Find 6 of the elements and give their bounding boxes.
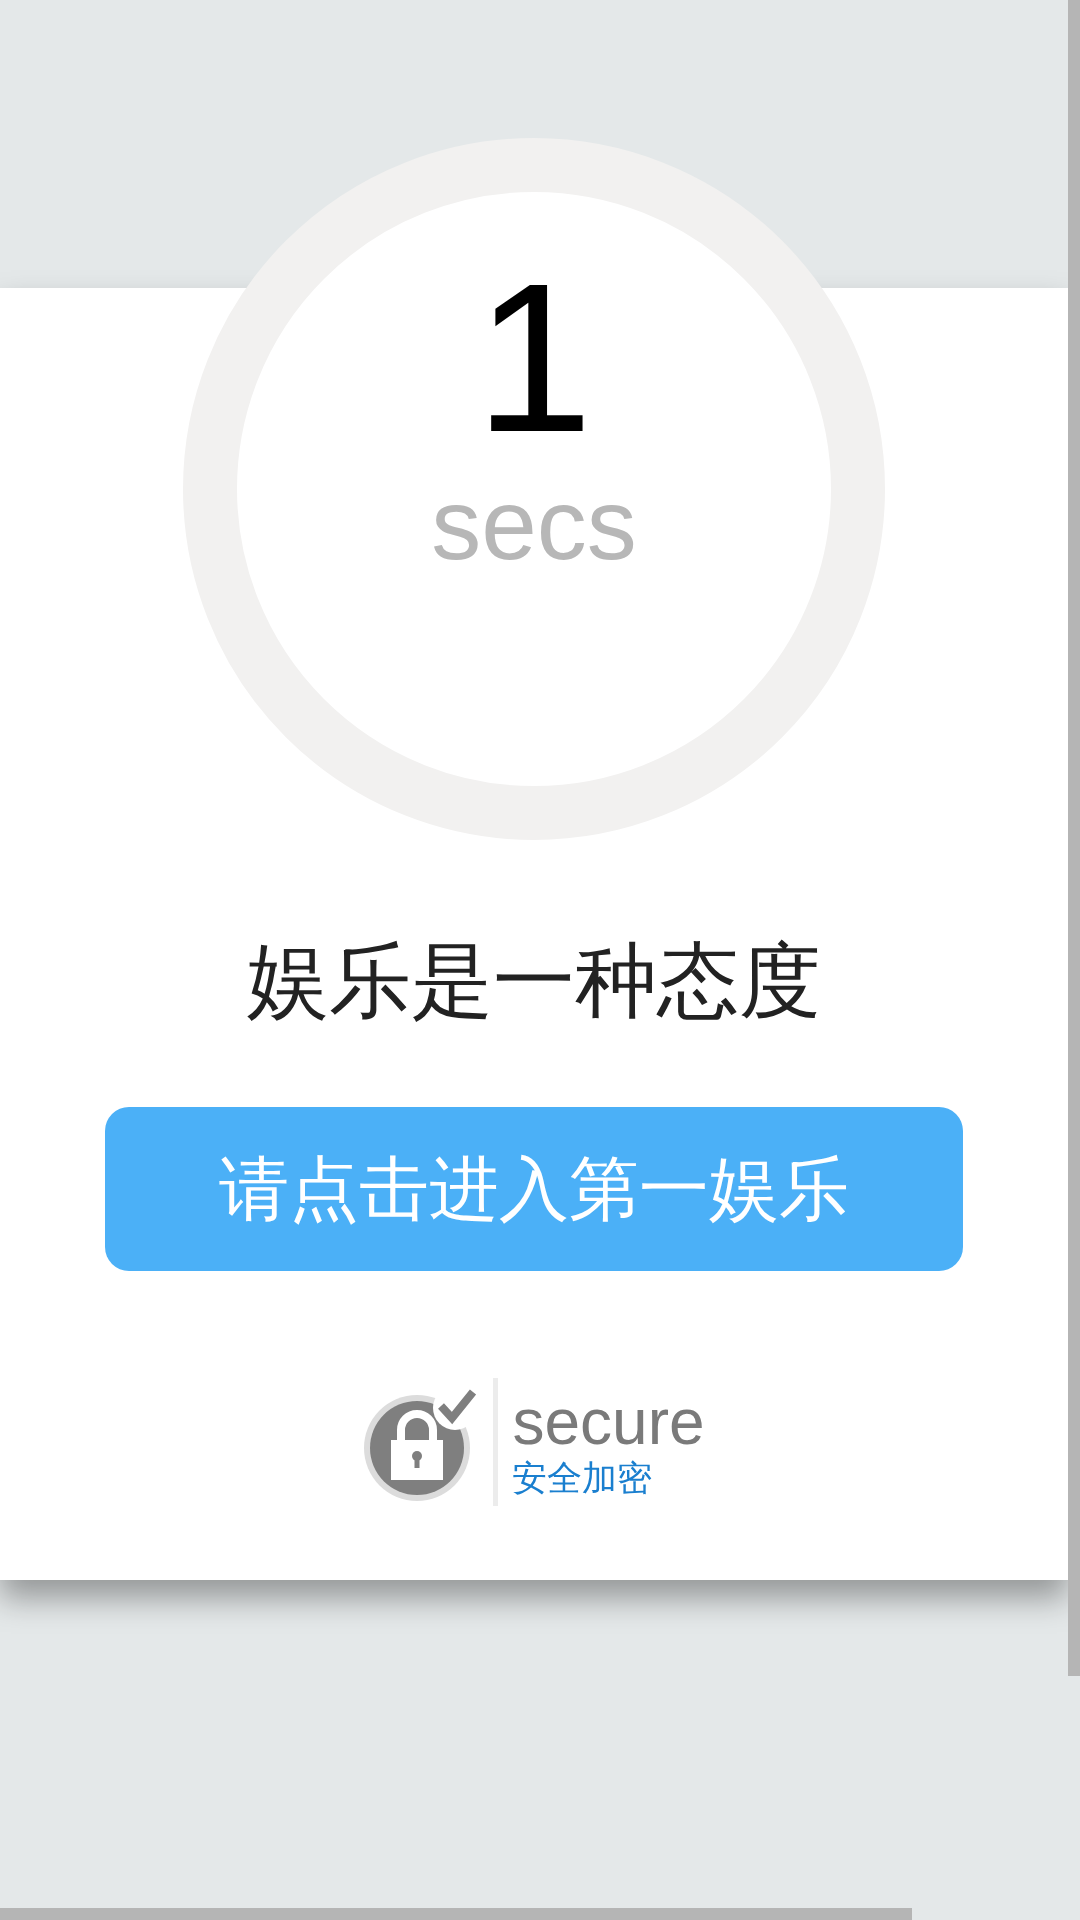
secure-caption: 安全加密 [512, 1459, 654, 1495]
countdown-unit: secs [431, 474, 637, 574]
secure-label: secure [512, 1389, 705, 1454]
page-title: 娱乐是一种态度 [247, 940, 821, 1022]
countdown-number: 1 [475, 252, 593, 464]
enter-button[interactable]: 请点击进入第一娱乐 [105, 1107, 963, 1271]
